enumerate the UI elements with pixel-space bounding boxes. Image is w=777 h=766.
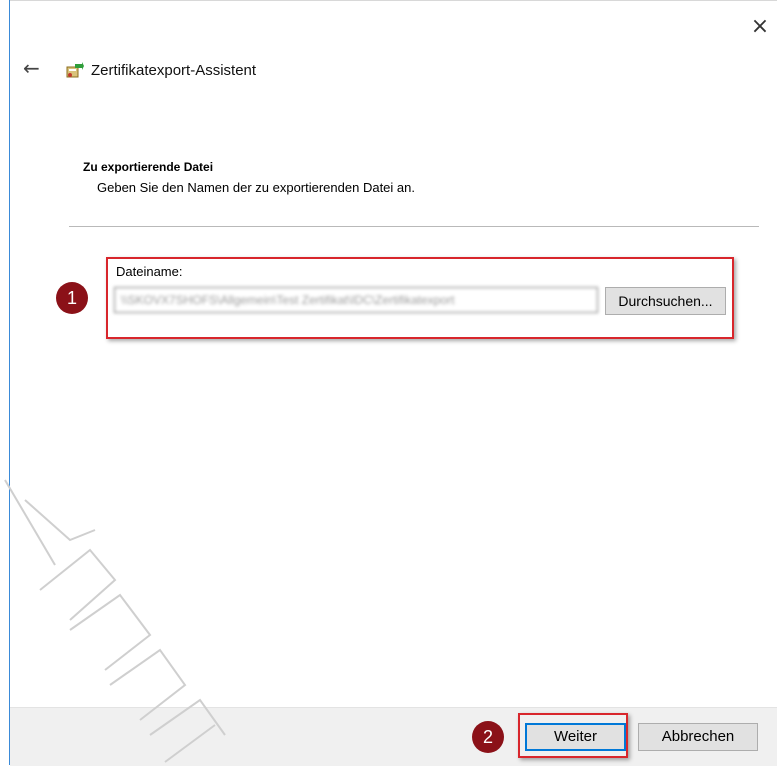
close-icon[interactable]: × xyxy=(749,16,771,38)
page-heading: Zu exportierende Datei xyxy=(83,160,214,174)
back-arrow-icon[interactable]: ← xyxy=(23,58,43,78)
annotation-badge-2: 2 xyxy=(472,721,504,753)
page-description: Geben Sie den Namen der zu exportierende… xyxy=(97,180,415,195)
annotation-highlight-next xyxy=(518,713,628,758)
certificate-wizard-icon xyxy=(66,62,84,78)
wizard-window: × ← Zertifikatexport-Assistent Zu export… xyxy=(9,0,777,766)
annotation-badge-1: 1 xyxy=(56,282,88,314)
header-divider xyxy=(69,226,759,227)
annotation-highlight-filename xyxy=(106,257,734,339)
cancel-button[interactable]: Abbrechen xyxy=(638,723,758,751)
window-top-border xyxy=(10,0,777,1)
wizard-title: Zertifikatexport-Assistent xyxy=(91,62,257,79)
